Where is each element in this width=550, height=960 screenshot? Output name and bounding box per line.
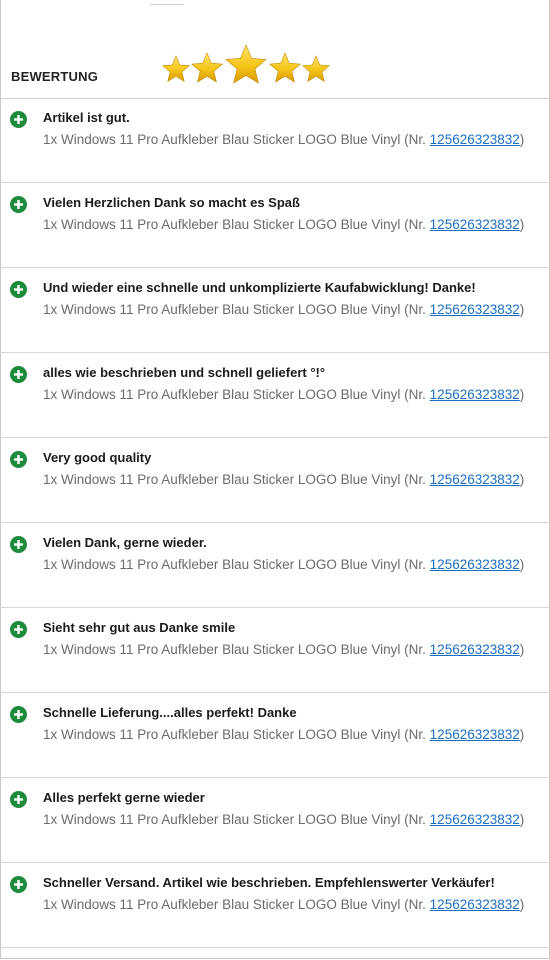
item-number-link[interactable]: 125626323832: [430, 642, 520, 657]
purchased-item: 1x Windows 11 Pro Aufkleber Blau Sticker…: [43, 217, 524, 232]
item-suffix: ): [519, 472, 525, 487]
plus-circle-icon: [10, 111, 27, 128]
item-suffix: ): [519, 727, 525, 742]
item-title: 1x Windows 11 Pro Aufkleber Blau Sticker…: [43, 812, 430, 827]
plus-circle-icon: [10, 451, 27, 468]
item-title: 1x Windows 11 Pro Aufkleber Blau Sticker…: [43, 472, 430, 487]
feedback-comment: Artikel ist gut.: [43, 110, 130, 125]
item-title: 1x Windows 11 Pro Aufkleber Blau Sticker…: [43, 897, 430, 912]
purchased-item: 1x Windows 11 Pro Aufkleber Blau Sticker…: [43, 132, 524, 147]
feedback-row: Sieht sehr gut aus Danke smile 1x Window…: [0, 608, 550, 693]
feedback-row: Und wieder eine schnelle und unkomplizie…: [0, 268, 550, 353]
plus-circle-icon: [10, 621, 27, 638]
purchased-item: 1x Windows 11 Pro Aufkleber Blau Sticker…: [43, 387, 524, 402]
item-suffix: ): [519, 897, 525, 912]
purchased-item: 1x Windows 11 Pro Aufkleber Blau Sticker…: [43, 727, 524, 742]
purchased-item: 1x Windows 11 Pro Aufkleber Blau Sticker…: [43, 302, 524, 317]
item-number-link[interactable]: 125626323832: [430, 217, 520, 232]
feedback-row: alles wie beschrieben und schnell gelief…: [0, 353, 550, 438]
star-icon: [225, 44, 267, 84]
item-title: 1x Windows 11 Pro Aufkleber Blau Sticker…: [43, 387, 430, 402]
purchased-item: 1x Windows 11 Pro Aufkleber Blau Sticker…: [43, 897, 524, 912]
item-title: 1x Windows 11 Pro Aufkleber Blau Sticker…: [43, 132, 430, 147]
item-number-link[interactable]: 125626323832: [430, 812, 520, 827]
plus-circle-icon: [10, 536, 27, 553]
feedback-row: Alles perfekt gerne wieder 1x Windows 11…: [0, 778, 550, 863]
item-number-link[interactable]: 125626323832: [430, 727, 520, 742]
item-suffix: ): [519, 812, 525, 827]
purchased-item: 1x Windows 11 Pro Aufkleber Blau Sticker…: [43, 812, 524, 827]
item-suffix: ): [519, 642, 525, 657]
feedback-row: Artikel ist gut. 1x Windows 11 Pro Aufkl…: [0, 98, 550, 183]
star-rating: [161, 44, 331, 84]
rating-header: BEWERTUNG: [0, 0, 550, 99]
star-icon: [161, 55, 191, 82]
feedback-comment: Vielen Herzlichen Dank so macht es Spaß: [43, 195, 300, 210]
feedback-comment: Schneller Versand. Artikel wie beschrieb…: [43, 875, 495, 890]
plus-circle-icon: [10, 196, 27, 213]
feedback-comment: Und wieder eine schnelle und unkomplizie…: [43, 280, 476, 295]
item-suffix: ): [519, 302, 525, 317]
item-suffix: ): [519, 387, 525, 402]
rating-title: BEWERTUNG: [11, 69, 99, 84]
plus-circle-icon: [10, 281, 27, 298]
item-suffix: ): [519, 132, 525, 147]
plus-circle-icon: [10, 876, 27, 893]
item-title: 1x Windows 11 Pro Aufkleber Blau Sticker…: [43, 642, 430, 657]
purchased-item: 1x Windows 11 Pro Aufkleber Blau Sticker…: [43, 557, 524, 572]
feedback-row: Very good quality 1x Windows 11 Pro Aufk…: [0, 438, 550, 523]
purchased-item: 1x Windows 11 Pro Aufkleber Blau Sticker…: [43, 642, 524, 657]
feedback-comment: Vielen Dank, gerne wieder.: [43, 535, 207, 550]
feedback-comment: alles wie beschrieben und schnell gelief…: [43, 365, 326, 380]
item-title: 1x Windows 11 Pro Aufkleber Blau Sticker…: [43, 557, 430, 572]
feedback-list: Artikel ist gut. 1x Windows 11 Pro Aufkl…: [0, 98, 550, 948]
feedback-row: Schneller Versand. Artikel wie beschrieb…: [0, 863, 550, 948]
feedback-comment: Schnelle Lieferung....alles perfekt! Dan…: [43, 705, 297, 720]
item-number-link[interactable]: 125626323832: [430, 472, 520, 487]
item-number-link[interactable]: 125626323832: [430, 302, 520, 317]
item-number-link[interactable]: 125626323832: [430, 387, 520, 402]
feedback-comment: Alles perfekt gerne wieder: [43, 790, 205, 805]
plus-circle-icon: [10, 366, 27, 383]
purchased-item: 1x Windows 11 Pro Aufkleber Blau Sticker…: [43, 472, 524, 487]
item-number-link[interactable]: 125626323832: [430, 897, 520, 912]
star-icon: [191, 52, 223, 83]
item-title: 1x Windows 11 Pro Aufkleber Blau Sticker…: [43, 727, 430, 742]
item-number-link[interactable]: 125626323832: [430, 557, 520, 572]
feedback-row: Vielen Herzlichen Dank so macht es Spaß …: [0, 183, 550, 268]
star-icon: [269, 52, 301, 83]
feedback-row: Schnelle Lieferung....alles perfekt! Dan…: [0, 693, 550, 778]
item-title: 1x Windows 11 Pro Aufkleber Blau Sticker…: [43, 302, 430, 317]
item-suffix: ): [519, 557, 525, 572]
feedback-row: Vielen Dank, gerne wieder. 1x Windows 11…: [0, 523, 550, 608]
item-title: 1x Windows 11 Pro Aufkleber Blau Sticker…: [43, 217, 430, 232]
item-number-link[interactable]: 125626323832: [430, 132, 520, 147]
plus-circle-icon: [10, 706, 27, 723]
item-suffix: ): [519, 217, 525, 232]
star-icon: [301, 55, 331, 82]
feedback-comment: Sieht sehr gut aus Danke smile: [43, 620, 236, 635]
feedback-comment: Very good quality: [43, 450, 152, 465]
plus-circle-icon: [10, 791, 27, 808]
